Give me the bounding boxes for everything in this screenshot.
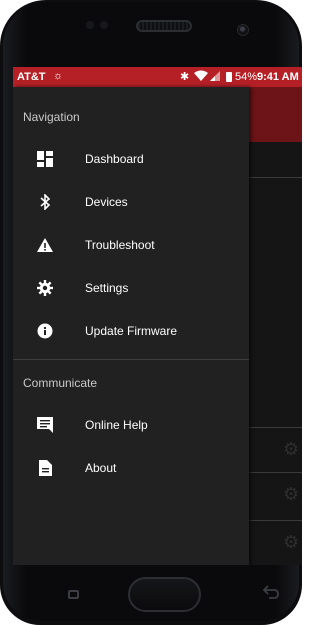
light-sensor bbox=[100, 21, 108, 29]
document-icon bbox=[39, 460, 52, 476]
navigation-drawer: Navigation Dashboard Devices Troubleshoo… bbox=[13, 87, 249, 565]
drawer-item-about[interactable]: About bbox=[13, 447, 249, 489]
section-header-navigation: Navigation bbox=[23, 110, 80, 124]
gear-icon[interactable]: ⚙ bbox=[283, 440, 302, 459]
gear-icon[interactable]: ⚙ bbox=[283, 485, 302, 504]
wifi-icon bbox=[194, 70, 208, 81]
drawer-item-label: About bbox=[85, 461, 117, 475]
section-divider bbox=[13, 359, 249, 360]
drawer-item-devices[interactable]: Devices bbox=[13, 181, 249, 223]
drawer-item-label: Settings bbox=[85, 281, 129, 295]
bluetooth-icon bbox=[40, 194, 51, 210]
home-button[interactable] bbox=[128, 577, 201, 612]
app-divider bbox=[243, 177, 302, 178]
screen: AT&T ☼ ✱ 54% 9:41 AM ⚙ ⚙ ⚙ Navigation Da… bbox=[13, 67, 302, 565]
earpiece-speaker bbox=[136, 20, 192, 32]
app-divider bbox=[243, 520, 302, 521]
drawer-item-label: Devices bbox=[85, 195, 128, 209]
phone-frame: AT&T ☼ ✱ 54% 9:41 AM ⚙ ⚙ ⚙ Navigation Da… bbox=[0, 0, 302, 625]
drawer-item-dashboard[interactable]: Dashboard bbox=[13, 138, 249, 180]
drawer-item-update-firmware[interactable]: Update Firmware bbox=[13, 310, 249, 352]
chat-bubble-icon bbox=[37, 417, 53, 433]
warning-triangle-icon bbox=[37, 238, 53, 252]
status-bar: AT&T ☼ ✱ 54% 9:41 AM bbox=[13, 67, 302, 87]
battery-percent: 54% bbox=[235, 71, 258, 83]
clock: 9:41 AM bbox=[257, 71, 299, 83]
section-header-communicate: Communicate bbox=[23, 376, 98, 390]
drawer-item-label: Online Help bbox=[85, 418, 148, 432]
att-globe-icon: ☼ bbox=[53, 70, 64, 82]
app-divider bbox=[243, 472, 302, 473]
gear-icon[interactable]: ⚙ bbox=[283, 533, 302, 552]
app-divider bbox=[243, 427, 302, 428]
proximity-sensor bbox=[86, 21, 94, 29]
gear-icon bbox=[37, 280, 53, 296]
drawer-item-troubleshoot[interactable]: Troubleshoot bbox=[13, 224, 249, 266]
drawer-item-label: Troubleshoot bbox=[85, 238, 155, 252]
battery-icon bbox=[226, 72, 232, 82]
drawer-item-settings[interactable]: Settings bbox=[13, 267, 249, 309]
recent-apps-button[interactable] bbox=[68, 590, 79, 599]
dashboard-grid-icon bbox=[37, 151, 53, 167]
drawer-item-online-help[interactable]: Online Help bbox=[13, 404, 249, 446]
back-button[interactable] bbox=[263, 585, 279, 599]
front-camera bbox=[237, 24, 249, 36]
carrier-name: AT&T bbox=[17, 71, 46, 83]
bluetooth-icon: ✱ bbox=[180, 71, 190, 83]
drawer-item-label: Dashboard bbox=[85, 152, 144, 166]
drawer-item-label: Update Firmware bbox=[85, 324, 178, 338]
info-circle-icon bbox=[37, 323, 53, 339]
signal-icon bbox=[210, 71, 220, 81]
